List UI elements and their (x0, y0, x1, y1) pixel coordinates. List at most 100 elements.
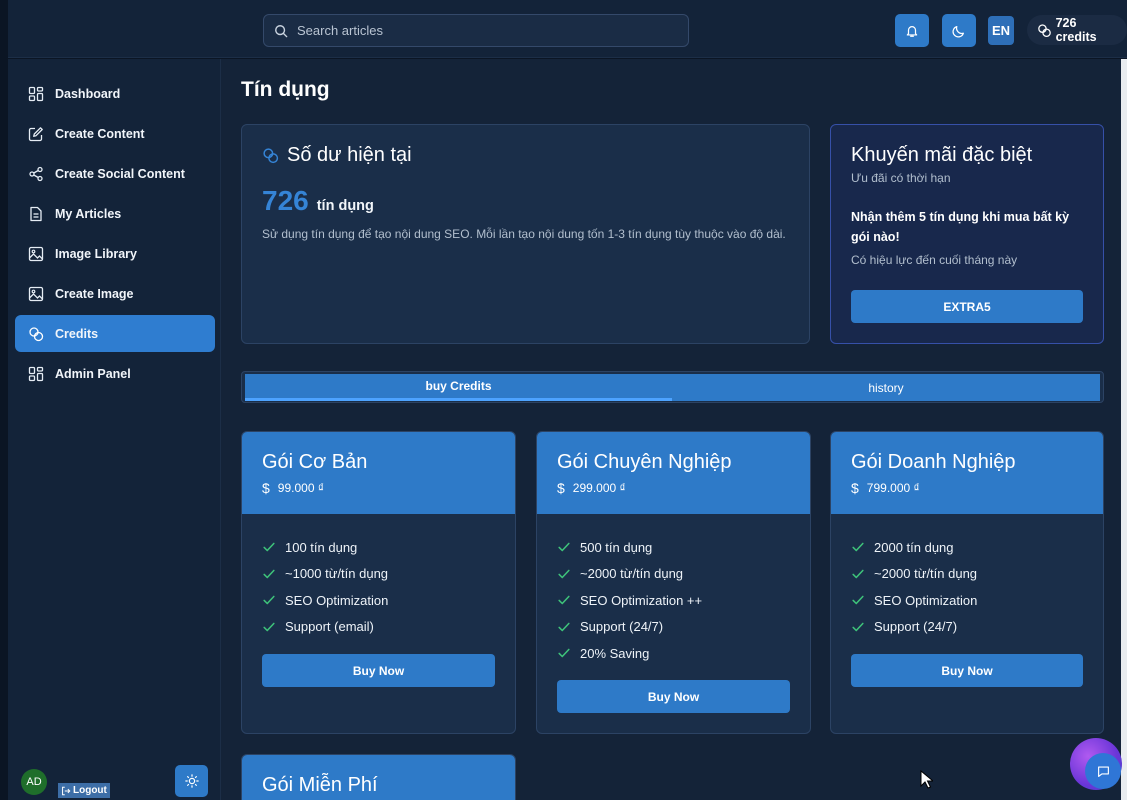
logout-icon (62, 786, 71, 795)
check-icon (558, 542, 570, 552)
plan-price-row: $299.000 ₫ (557, 480, 790, 496)
list-item: 500 tín dụng (557, 534, 810, 561)
sidebar-item-create-content[interactable]: Create Content (15, 115, 215, 152)
promo-subtitle: Ưu đãi có thời hạn (851, 171, 951, 185)
check-icon (263, 595, 275, 605)
dollar-icon: $ (557, 480, 565, 496)
plan-card-free: Gói Miễn Phí (241, 754, 516, 800)
balance-amount-row: 726 tín dụng (262, 185, 374, 217)
check-icon (558, 648, 570, 658)
list-item: 2000 tín dụng (851, 534, 1103, 561)
moon-icon (952, 25, 964, 37)
search-input[interactable] (297, 23, 657, 38)
list-item: SEO Optimization ++ (557, 587, 810, 614)
plan-header: Gói Miễn Phí (242, 755, 515, 800)
promo-validity: Có hiệu lực đến cuối tháng này (851, 253, 1018, 267)
sidebar-item-my-articles[interactable]: My Articles (15, 195, 215, 232)
language-button[interactable]: EN (988, 16, 1014, 45)
list-item: SEO Optimization (262, 587, 515, 614)
top-bar: EN 726 credits (8, 0, 1127, 58)
balance-amount: 726 (262, 185, 309, 216)
buy-now-button[interactable]: Buy Now (262, 654, 495, 687)
mouse-cursor-icon (920, 770, 933, 789)
sidebar-item-create-image[interactable]: Create Image (15, 275, 215, 312)
logout-button[interactable]: Logout (58, 783, 110, 798)
sidebar-item-create-social-content[interactable]: Create Social Content (15, 155, 215, 192)
tab-buy-credits[interactable]: buy Credits (245, 374, 672, 401)
image-icon (28, 246, 44, 261)
plan-card-professional: Gói Chuyên Nghiệp $299.000 ₫ 500 tín dụn… (536, 431, 811, 734)
promo-headline: Nhận thêm 5 tín dụng khi mua bất kỳ gói … (851, 210, 1070, 244)
feature-text: ~2000 từ/tín dụng (580, 566, 684, 582)
feature-text: ~2000 từ/tín dụng (874, 566, 978, 582)
search-icon (275, 24, 288, 37)
coins-icon (1038, 23, 1051, 37)
credits-label: 726 credits (1055, 16, 1097, 44)
plan-header: Gói Cơ Bản $99.000 ₫ (242, 432, 515, 514)
feature-list: 500 tín dụng ~2000 từ/tín dụng SEO Optim… (537, 514, 810, 667)
balance-header: Số dư hiện tại (262, 144, 412, 167)
notifications-button[interactable] (895, 14, 929, 47)
plan-name: Gói Cơ Bản (262, 451, 368, 473)
search-box[interactable] (263, 14, 689, 47)
list-item: ~2000 từ/tín dụng (851, 561, 1103, 588)
plan-price-row: $99.000 ₫ (262, 480, 495, 496)
share-icon (29, 166, 43, 181)
plan-price: 299.000 ₫ (572, 481, 626, 495)
check-icon (263, 569, 275, 579)
check-icon (852, 595, 864, 605)
logout-label: Logout (73, 785, 107, 796)
sidebar-item-label: Create Content (55, 126, 145, 141)
plan-name: Gói Doanh Nghiệp (851, 451, 1016, 473)
promo-card: Khuyến mãi đặc biệt Ưu đãi có thời hạn N… (830, 124, 1104, 344)
list-item: Support (24/7) (851, 614, 1103, 641)
dashboard-icon (28, 86, 44, 101)
plan-name: Gói Chuyên Nghiệp (557, 451, 732, 473)
list-item: 100 tín dụng (262, 534, 515, 561)
sidebar-item-label: Image Library (55, 246, 137, 261)
page-title: Tín dụng (241, 78, 330, 101)
plan-price: 799.000 ₫ (866, 481, 920, 495)
sidebar-item-label: Create Image (55, 286, 134, 301)
feature-text: SEO Optimization ++ (580, 592, 703, 608)
plan-price-row: $799.000 ₫ (851, 480, 1083, 496)
list-item: Support (email) (262, 614, 515, 641)
feature-text: SEO Optimization (874, 592, 978, 608)
sidebar-item-credits[interactable]: Credits (15, 315, 215, 352)
sidebar-item-dashboard[interactable]: Dashboard (15, 75, 215, 112)
plan-card-enterprise: Gói Doanh Nghiệp $799.000 ₫ 2000 tín dụn… (830, 431, 1104, 734)
feature-list: 2000 tín dụng ~2000 từ/tín dụng SEO Opti… (831, 514, 1103, 640)
check-icon (558, 569, 570, 579)
scrollbar[interactable] (1121, 59, 1127, 800)
credits-indicator[interactable]: 726 credits (1027, 15, 1127, 45)
dollar-icon: $ (262, 480, 270, 496)
sidebar-item-image-library[interactable]: Image Library (15, 235, 215, 272)
edit-icon (28, 126, 43, 141)
sidebar-item-label: Dashboard (55, 86, 121, 101)
feature-text: SEO Optimization (285, 592, 389, 608)
tab-history[interactable]: history (672, 374, 1100, 401)
avatar[interactable]: AD (21, 769, 47, 795)
buy-now-button[interactable]: Buy Now (557, 680, 790, 713)
dashboard-icon (28, 366, 44, 381)
plan-header: Gói Doanh Nghiệp $799.000 ₫ (831, 432, 1103, 514)
sidebar-item-label: Admin Panel (55, 366, 131, 381)
feature-text: 2000 tín dụng (874, 539, 954, 555)
check-icon (852, 569, 864, 579)
coins-icon (263, 148, 279, 164)
feature-text: 500 tín dụng (580, 539, 653, 555)
balance-card: Số dư hiện tại 726 tín dụng Sử dụng tín … (241, 124, 810, 344)
list-item: 20% Saving (557, 640, 810, 667)
list-item: ~1000 từ/tín dụng (262, 561, 515, 588)
chat-widget-button[interactable] (1070, 738, 1122, 790)
sun-icon (184, 774, 199, 788)
list-item: ~2000 từ/tín dụng (557, 561, 810, 588)
list-item: SEO Optimization (851, 587, 1103, 614)
promo-code-button[interactable]: EXTRA5 (851, 290, 1083, 323)
sidebar-item-admin-panel[interactable]: Admin Panel (15, 355, 215, 392)
buy-now-button[interactable]: Buy Now (851, 654, 1083, 687)
balance-description: Sử dụng tín dụng để tạo nội dung SEO. Mỗ… (262, 227, 786, 241)
plan-card-basic: Gói Cơ Bản $99.000 ₫ 100 tín dụng ~1000 … (241, 431, 516, 734)
theme-toggle-button[interactable] (175, 765, 208, 797)
dark-mode-button[interactable] (942, 14, 976, 47)
